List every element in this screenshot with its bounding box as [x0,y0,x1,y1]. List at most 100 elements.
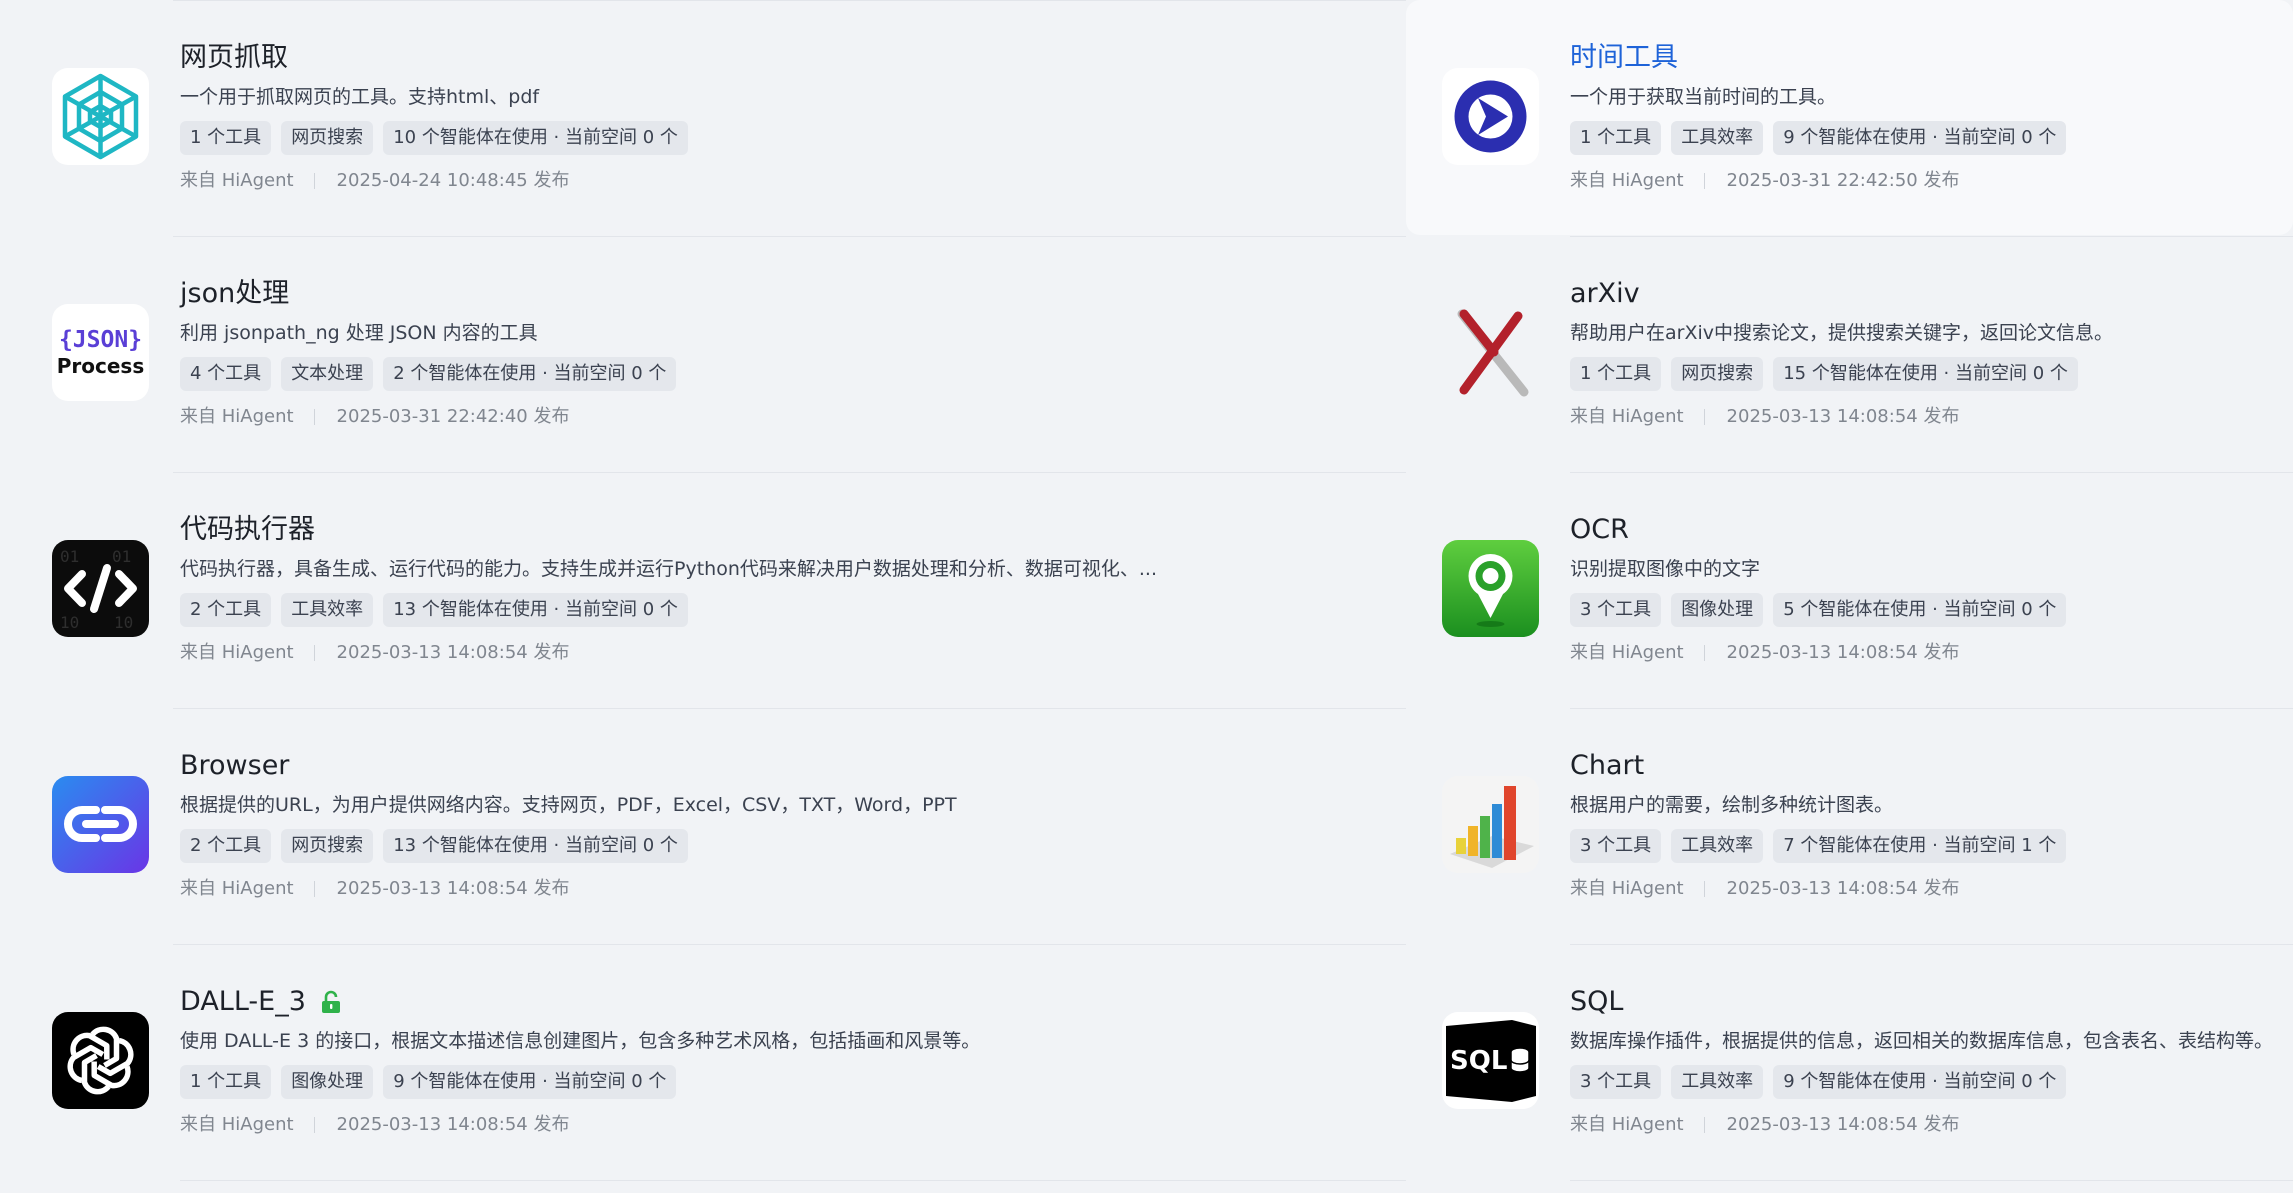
meta-separator [313,881,315,897]
tool-count-tag: 1 个工具 [180,1065,272,1099]
plugin-tags: 4 个工具 文本处理 2 个智能体在使用 · 当前空间 0 个 [180,357,1406,391]
source-label: 来自 HiAgent [1570,878,1684,899]
publish-time: 2025-03-13 14:08:54 发布 [1726,878,1960,899]
plugin-title[interactable]: 网页抓取 [180,38,1406,78]
plugin-title[interactable]: 代码执行器 [180,510,1406,550]
plugin-title[interactable]: Chart [1570,746,2293,786]
meta-separator [1703,1117,1705,1133]
publish-time: 2025-03-13 14:08:54 发布 [1726,1114,1960,1135]
publish-time: 2025-03-13 14:08:54 发布 [336,1114,570,1135]
plugin-meta: 来自 HiAgent 2025-03-31 22:42:50 发布 [1570,167,2293,195]
category-tag: 工具效率 [1671,829,1764,863]
sql-icon-text: SQL [1450,1046,1507,1076]
usage-tag: 10 个智能体在使用 · 当前空间 0 个 [383,121,688,155]
svg-text:10: 10 [114,613,133,632]
source-label: 来自 HiAgent [180,170,294,191]
plugin-meta: 来自 HiAgent 2025-04-24 10:48:45 发布 [180,167,1406,195]
card-divider [173,708,1406,709]
plugin-tags: 3 个工具 工具效率 9 个智能体在使用 · 当前空间 0 个 [1570,1065,2293,1099]
tool-count-tag: 1 个工具 [180,121,272,155]
category-tag: 网页搜索 [1671,357,1764,391]
plugin-description: 一个用于获取当前时间的工具。 [1570,86,1837,108]
publish-time: 2025-03-13 14:08:54 发布 [1726,642,1960,663]
plugin-title[interactable]: SQL [1570,982,2293,1022]
category-tag: 工具效率 [1671,1065,1764,1099]
plugin-card-arxiv[interactable]: arXiv 帮助用户在arXiv中搜索论文，提供搜索关键字，返回论文信息。 1 … [1406,236,2293,471]
meta-separator [313,1117,315,1133]
publish-time: 2025-03-13 14:08:54 发布 [1726,406,1960,427]
tool-count-tag: 2 个工具 [180,829,272,863]
usage-tag: 2 个智能体在使用 · 当前空间 0 个 [383,357,677,391]
plugin-title[interactable]: arXiv [1570,274,2293,314]
plugin-description: 帮助用户在arXiv中搜索论文，提供搜索关键字，返回论文信息。 [1570,322,2113,344]
svg-text:01: 01 [112,547,131,566]
plugin-card-time-tool[interactable]: 时间工具 一个用于获取当前时间的工具。 1 个工具 工具效率 9 个智能体在使用… [1406,0,2293,235]
plugin-description: 利用 jsonpath_ng 处理 JSON 内容的工具 [180,322,538,344]
browser-link-icon [52,776,149,873]
plugin-title[interactable]: Browser [180,746,1406,786]
plugin-card-json[interactable]: {JSON} Process json处理 利用 jsonpath_ng 处理 … [0,236,1406,471]
plugin-meta: 来自 HiAgent 2025-03-13 14:08:54 发布 [1570,639,2293,667]
tool-count-tag: 1 个工具 [1570,121,1662,155]
plugin-grid: 网页抓取 一个用于抓取网页的工具。支持html、pdf 1 个工具 网页搜索 1… [0,0,2293,1193]
plugin-tags: 3 个工具 工具效率 7 个智能体在使用 · 当前空间 1 个 [1570,829,2293,863]
card-divider [173,472,1406,473]
publish-time: 2025-03-13 14:08:54 发布 [336,642,570,663]
web-spider-icon [52,68,149,165]
plugin-meta: 来自 HiAgent 2025-03-13 14:08:54 发布 [1570,875,2293,903]
publish-time: 2025-03-31 22:42:40 发布 [336,406,570,427]
meta-separator [1703,645,1705,661]
plugin-card-chart[interactable]: Chart 根据用户的需要，绘制多种统计图表。 3 个工具 工具效率 7 个智能… [1406,708,2293,943]
code-executor-icon: 01 01 10 10 [52,540,149,637]
sql-database-icon: SQL [1442,1012,1539,1109]
plugin-tags: 1 个工具 网页搜索 15 个智能体在使用 · 当前空间 0 个 [1570,357,2293,391]
bottom-divider [1570,1180,2293,1181]
plugin-title[interactable]: DALL-E_3 [180,982,306,1022]
meta-separator [313,645,315,661]
publish-time: 2025-03-31 22:42:50 发布 [1726,170,1960,191]
plugin-description: 根据提供的URL，为用户提供网络内容。支持网页，PDF，Excel，CSV，TX… [180,794,957,816]
bar-chart-icon [1442,776,1539,873]
usage-tag: 9 个智能体在使用 · 当前空间 0 个 [1773,121,2067,155]
category-tag: 工具效率 [1671,121,1764,155]
tool-count-tag: 2 个工具 [180,593,272,627]
json-icon-text: {JSON} [58,326,143,353]
plugin-meta: 来自 HiAgent 2025-03-13 14:08:54 发布 [180,875,1406,903]
source-label: 来自 HiAgent [1570,406,1684,427]
category-tag: 图像处理 [281,1065,374,1099]
source-label: 来自 HiAgent [180,1114,294,1135]
plugin-meta: 来自 HiAgent 2025-03-13 14:08:54 发布 [180,1111,1406,1139]
plugin-tags: 1 个工具 图像处理 9 个智能体在使用 · 当前空间 0 个 [180,1065,1406,1099]
bottom-divider [180,1180,1406,1181]
tool-count-tag: 3 个工具 [1570,593,1662,627]
card-divider [173,944,1406,945]
plugin-tags: 3 个工具 图像处理 5 个智能体在使用 · 当前空间 0 个 [1570,593,2293,627]
ocr-pin-icon [1442,540,1539,637]
plugin-card-ocr[interactable]: OCR 识别提取图像中的文字 3 个工具 图像处理 5 个智能体在使用 · 当前… [1406,472,2293,707]
tool-count-tag: 4 个工具 [180,357,272,391]
plugin-card-web-scraper[interactable]: 网页抓取 一个用于抓取网页的工具。支持html、pdf 1 个工具 网页搜索 1… [0,0,1406,235]
card-divider [1570,944,2293,945]
tool-count-tag: 3 个工具 [1570,829,1662,863]
meta-separator [313,409,315,425]
plugin-title[interactable]: 时间工具 [1570,38,2293,78]
category-tag: 工具效率 [281,593,374,627]
usage-tag: 9 个智能体在使用 · 当前空间 0 个 [383,1065,677,1099]
card-divider [1570,236,2293,237]
plugin-description: 一个用于抓取网页的工具。支持html、pdf [180,86,540,108]
plugin-card-code-executor[interactable]: 01 01 10 10 代码执行器 代码执行器，具备生成、运行代码的能力。支持生成并… [0,472,1406,707]
meta-separator [1703,409,1705,425]
card-divider [1570,472,2293,473]
category-tag: 文本处理 [281,357,374,391]
plugin-title[interactable]: json处理 [180,274,1406,314]
plugin-meta: 来自 HiAgent 2025-03-13 14:08:54 发布 [1570,1111,2293,1139]
publish-time: 2025-03-13 14:08:54 发布 [336,878,570,899]
meta-separator [1703,173,1705,189]
plugin-card-sql[interactable]: SQL SQL 数据库操作插件，根据提供的信息，返回相关的数据库信息，包含表名、… [1406,944,2293,1179]
openai-icon [52,1012,149,1109]
plugin-card-dalle3[interactable]: DALL-E_3 使用 DALL-E 3 的接口，根据文本描述信息创建图片，包含… [0,944,1406,1179]
plugin-title[interactable]: OCR [1570,510,2293,550]
usage-tag: 5 个智能体在使用 · 当前空间 0 个 [1773,593,2067,627]
plugin-card-browser[interactable]: Browser 根据提供的URL，为用户提供网络内容。支持网页，PDF，Exce… [0,708,1406,943]
tool-count-tag: 3 个工具 [1570,1065,1662,1099]
